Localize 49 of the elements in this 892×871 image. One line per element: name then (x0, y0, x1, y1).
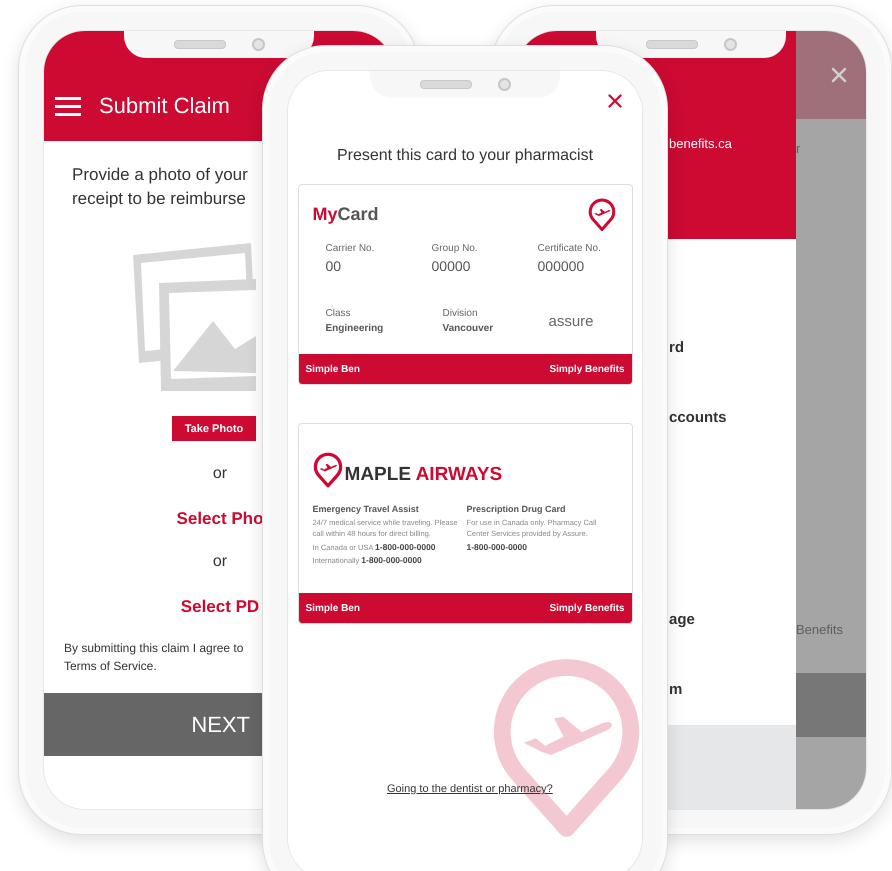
dimmed-overlay (796, 737, 866, 809)
help-link[interactable]: Going to the dentist or pharmacy? (387, 783, 553, 795)
camera-icon (252, 38, 264, 50)
field-label: Division (442, 308, 479, 319)
menu-item[interactable]: rd (669, 313, 796, 383)
card-logo: MyCard (312, 204, 379, 224)
or-text: or (212, 465, 228, 484)
menu-item[interactable]: m (669, 655, 796, 725)
speaker-icon (174, 40, 226, 48)
screen-title: Present this card to your pharmacist (336, 147, 594, 165)
camera-icon (498, 78, 510, 90)
plane-pin-icon (312, 451, 342, 488)
footer-text: Simple Ben (306, 602, 360, 614)
speaker-icon (420, 80, 472, 88)
screen-title: Submit Claim (99, 93, 230, 119)
field-label: Group No. (432, 243, 479, 254)
speaker-icon (646, 40, 698, 48)
phone-number: 1-800-000-0000 (466, 542, 528, 552)
field-value: 000000 (538, 258, 586, 274)
website-text: benefits.ca (669, 136, 732, 151)
field-value: Engineering (326, 323, 384, 334)
section-title: Prescription Drug Card (466, 504, 567, 514)
select-link[interactable]: Select PD (180, 597, 260, 617)
menu-item[interactable]: ccounts (669, 383, 796, 453)
next-button[interactable]: NEXT (44, 693, 262, 756)
field-value: 00000 (432, 258, 472, 274)
menu-item[interactable]: age (669, 585, 796, 655)
footer-text: Simply Benefits (549, 602, 624, 614)
dimmed-text: Benefits (796, 622, 843, 637)
footer-text: Simply Benefits (549, 364, 624, 374)
airline-logo: MAPLE AIRWAYS (344, 464, 502, 487)
field-value: 00 (326, 258, 342, 274)
select-link[interactable]: Select Pho (176, 509, 264, 529)
section-title: Emergency Travel Assist (312, 504, 420, 514)
photos-icon (131, 241, 256, 391)
field-value: Vancouver (442, 323, 494, 334)
menu-icon[interactable] (55, 96, 81, 116)
take-photo-button[interactable]: Take Photo (172, 416, 256, 441)
field-label: Certificate No. (538, 243, 602, 254)
terms-text: By submitting this claim I agree to Terms of Service. (64, 640, 244, 675)
field-label: Carrier No. (326, 243, 376, 254)
instructions-text: Provide a photo of your receipt to be reimburse (72, 164, 248, 210)
or-text: or (212, 553, 228, 572)
footer-text: Simple Ben (306, 364, 360, 374)
insurer-logo: assure (548, 313, 594, 332)
dimmed-text: r (796, 141, 800, 156)
field-label: Class (326, 308, 352, 319)
camera-icon (724, 38, 736, 50)
plane-pin-icon (588, 196, 616, 232)
